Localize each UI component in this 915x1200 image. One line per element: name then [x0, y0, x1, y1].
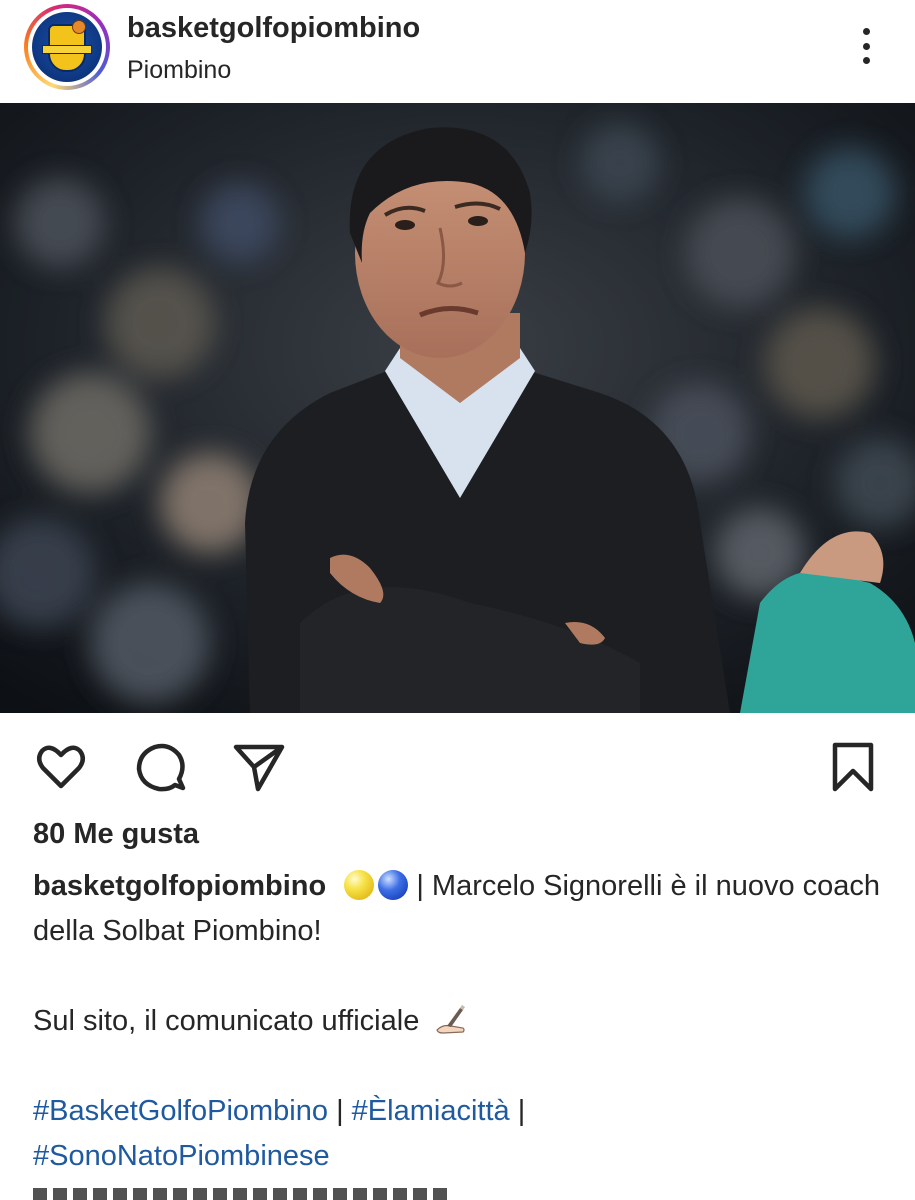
- coach-photo-icon: [0, 103, 915, 713]
- hashtag-separator: |: [336, 1095, 344, 1127]
- caption-line-2: Sul sito, il comunicato ufficiale: [33, 1005, 420, 1037]
- bookmark-icon[interactable]: [825, 739, 881, 795]
- comment-bubble-icon[interactable]: [133, 739, 189, 795]
- basket-golfo-logo-icon: [32, 12, 102, 82]
- post-caption: basketgolfopiombino | Marcelo Signorelli…: [33, 864, 893, 1179]
- post-image[interactable]: [0, 103, 915, 713]
- header-username[interactable]: basketgolfopiombino: [127, 12, 420, 45]
- paper-plane-icon[interactable]: [230, 739, 286, 795]
- writing-hand-icon: [436, 1005, 466, 1034]
- caption-hashtags: #BasketGolfoPiombino | #Èlamiacittà | #S…: [33, 1089, 893, 1179]
- clipped-next-line: [33, 1188, 453, 1200]
- hashtag-link[interactable]: #BasketGolfoPiombino: [33, 1095, 328, 1127]
- post-action-bar: [0, 713, 915, 813]
- hashtag-link[interactable]: #SonoNatoPiombinese: [33, 1140, 330, 1172]
- avatar-story-ring[interactable]: [24, 4, 110, 90]
- heart-icon[interactable]: [33, 739, 89, 795]
- header-location[interactable]: Piombino: [127, 56, 231, 85]
- more-vertical-icon[interactable]: [852, 24, 880, 68]
- hashtag-link[interactable]: #Èlamiacittà: [352, 1095, 510, 1127]
- caption-username[interactable]: basketgolfopiombino: [33, 870, 326, 902]
- likes-count[interactable]: 80 Me gusta: [33, 818, 199, 851]
- yellow-ball-icon: [344, 870, 375, 900]
- post-header: basketgolfopiombino Piombino: [0, 0, 915, 103]
- hashtag-separator: |: [517, 1095, 526, 1127]
- blue-ball-icon: [378, 870, 409, 900]
